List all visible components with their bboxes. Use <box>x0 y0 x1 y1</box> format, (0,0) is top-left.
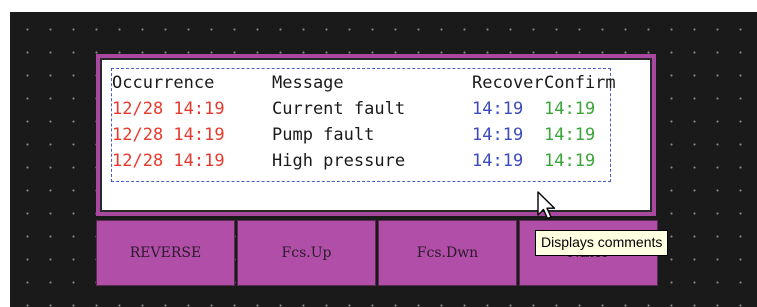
tooltip: Displays comments <box>535 230 669 256</box>
header-recover: Recover <box>472 73 544 93</box>
message-cell: Current fault <box>272 99 406 119</box>
confirm-cell: 14:19 <box>544 125 596 145</box>
focus-up-button[interactable]: Fcs.Up <box>237 220 376 286</box>
occurrence-cell: 12/28 14:19 <box>112 99 225 119</box>
header-occurrence: Occurrence <box>112 73 215 93</box>
header-message: Message <box>272 73 344 93</box>
recover-cell: 14:19 <box>472 125 524 145</box>
recover-cell: 14:19 <box>472 99 524 119</box>
message-cell: High pressure <box>272 151 406 171</box>
reverse-button[interactable]: REVERSE <box>96 220 235 286</box>
alarm-display-frame[interactable]: Occurrence Message Recover Confirm 12/28… <box>96 54 656 216</box>
focus-down-button[interactable]: Fcs.Dwn <box>378 220 517 286</box>
occurrence-cell: 12/28 14:19 <box>112 125 225 145</box>
confirm-cell: 14:19 <box>544 99 596 119</box>
header-confirm: Confirm <box>544 73 616 93</box>
confirm-cell: 14:19 <box>544 151 596 171</box>
alarm-history-panel[interactable]: Occurrence Message Recover Confirm 12/28… <box>100 58 652 212</box>
design-canvas[interactable]: Occurrence Message Recover Confirm 12/28… <box>10 12 757 307</box>
message-cell: Pump fault <box>272 125 375 145</box>
recover-cell: 14:19 <box>472 151 524 171</box>
occurrence-cell: 12/28 14:19 <box>112 151 225 171</box>
arrow-pointer-icon <box>537 191 556 220</box>
